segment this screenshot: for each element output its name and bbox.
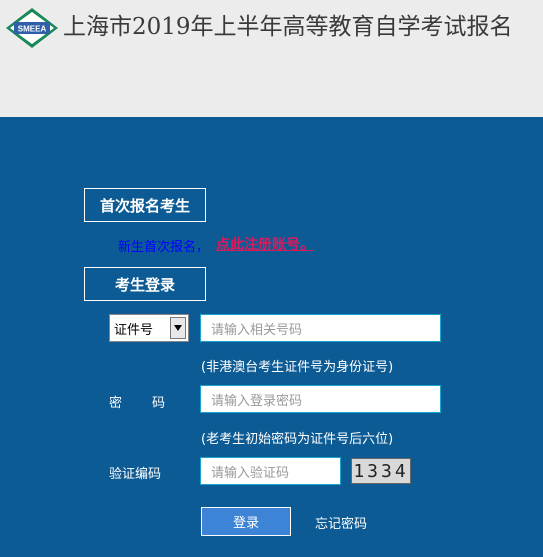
id-type-select[interactable]: 证件号 (109, 314, 189, 342)
captcha-placeholder: 请输入验证码 (211, 465, 290, 481)
password-input[interactable]: 请输入登录密码 (200, 385, 441, 413)
header: SMEEA 上海市2019年上半年高等教育自学考试报名 (0, 0, 543, 117)
captcha-label: 验证编码 (109, 467, 162, 482)
page-title: 上海市2019年上半年高等教育自学考试报名 (63, 14, 513, 40)
password-label: 密码 (109, 396, 196, 411)
id-type-selected: 证件号 (114, 322, 154, 338)
login-heading: 考生登录 (84, 267, 206, 301)
captcha-input[interactable]: 请输入验证码 (200, 457, 341, 485)
captcha-image[interactable]: 1334 (351, 458, 411, 484)
smeea-logo: SMEEA (4, 6, 60, 50)
password-placeholder: 请输入登录密码 (211, 393, 303, 409)
logo-text: SMEEA (18, 25, 47, 34)
new-user-text: 新生首次报名， (118, 240, 210, 255)
register-account-link[interactable]: 点此注册账号。 (216, 234, 314, 254)
login-button[interactable]: 登录 (201, 507, 291, 536)
id-number-placeholder: 请输入相关号码 (211, 322, 303, 338)
first-registration-heading: 首次报名考生 (84, 188, 206, 222)
chevron-down-icon[interactable] (170, 317, 186, 339)
id-hint: (非港澳台考生证件号为身份证号) (201, 360, 394, 375)
id-number-input[interactable]: 请输入相关号码 (200, 314, 441, 342)
forgot-password-link[interactable]: 忘记密码 (315, 513, 367, 532)
password-hint: (老考生初始密码为证件号后六位) (201, 432, 394, 447)
